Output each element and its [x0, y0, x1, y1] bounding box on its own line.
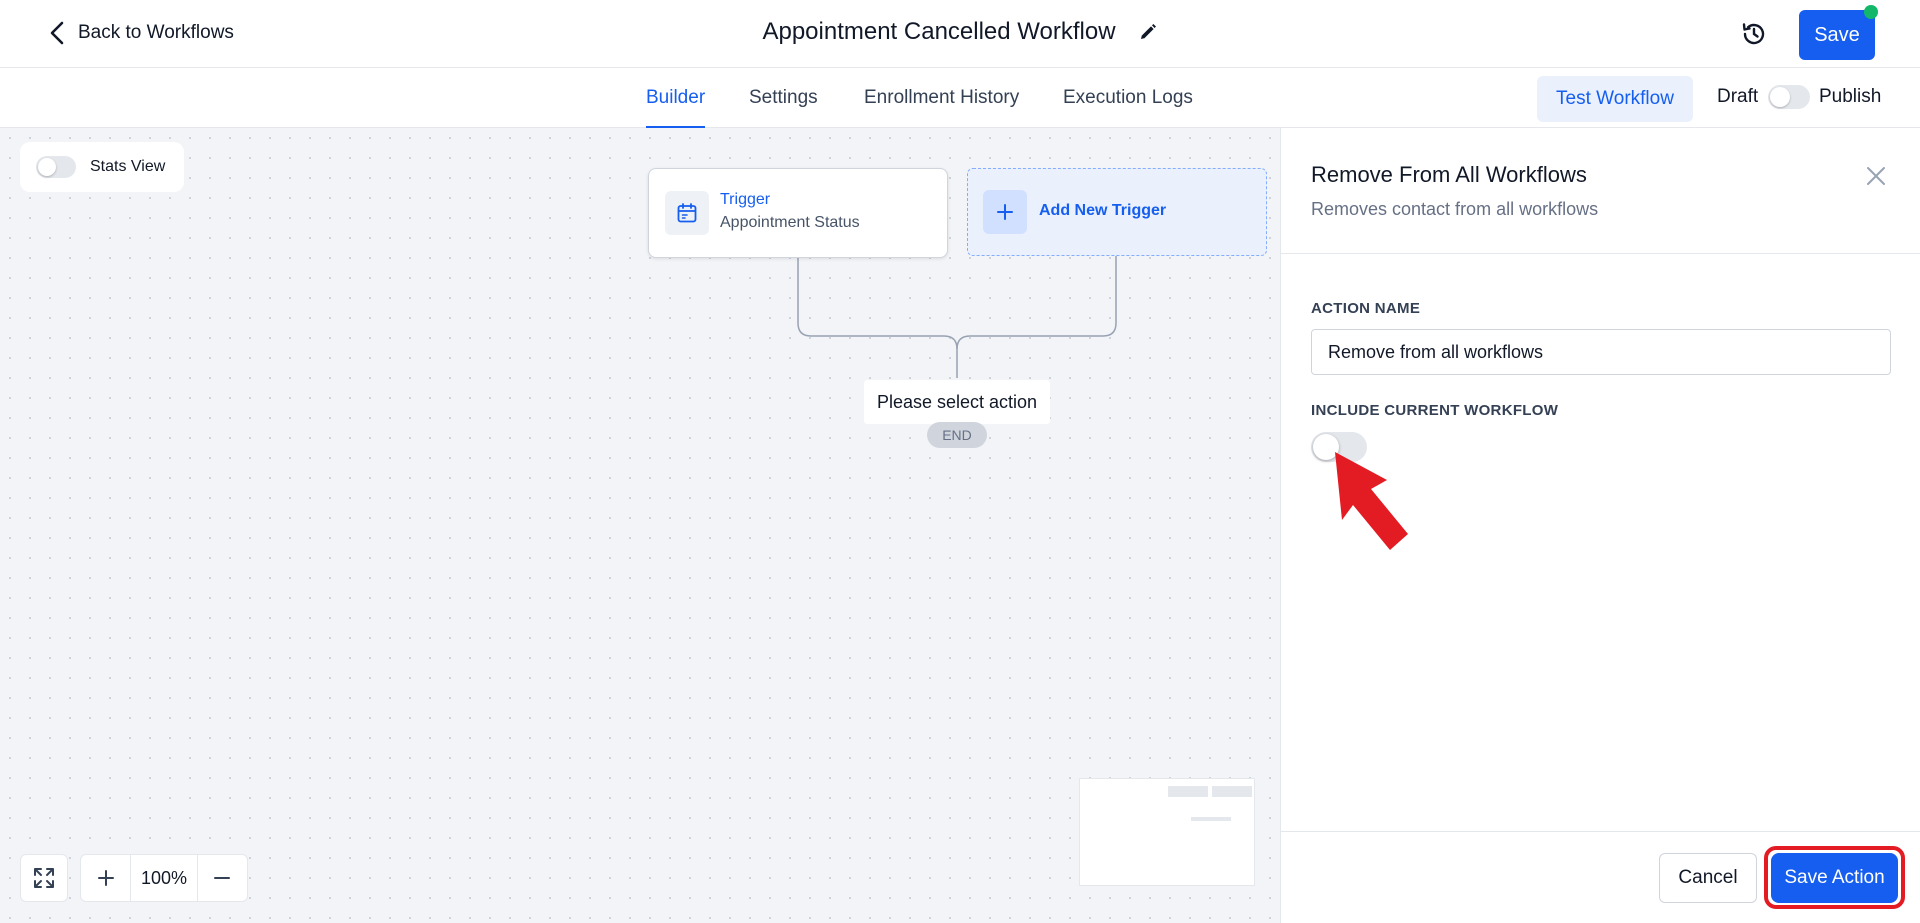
draft-label: Draft [1717, 86, 1759, 107]
cancel-button[interactable]: Cancel [1659, 853, 1757, 903]
stats-view-toggle[interactable] [36, 156, 76, 178]
history-icon[interactable] [1740, 20, 1768, 48]
tabs-bar: Builder Settings Enrollment History Exec… [0, 68, 1920, 128]
zoom-controls: 100% [80, 854, 248, 902]
tab-execution-logs[interactable]: Execution Logs [1063, 68, 1193, 128]
calendar-icon [665, 191, 709, 235]
zoom-in-button[interactable] [81, 855, 130, 901]
select-action-node[interactable]: Please select action [864, 380, 1050, 424]
workflow-title-container: Appointment Cancelled Workflow [0, 18, 1920, 46]
divider [1281, 831, 1920, 832]
minimap-node [1212, 786, 1252, 797]
action-name-label: ACTION NAME [1311, 300, 1421, 317]
pencil-icon[interactable] [1138, 22, 1158, 42]
test-workflow-button[interactable]: Test Workflow [1537, 76, 1693, 122]
publish-label: Publish [1819, 86, 1882, 107]
minimap-node [1168, 786, 1208, 797]
save-button[interactable]: Save [1799, 10, 1875, 60]
fit-view-button[interactable] [20, 854, 68, 902]
toggle-knob [38, 158, 56, 176]
panel-subtitle: Removes contact from all workflows [1311, 199, 1599, 219]
stats-view-control: Stats View [20, 142, 184, 192]
plus-icon [97, 870, 114, 886]
unsaved-status-dot [1864, 5, 1878, 19]
zoom-level: 100% [130, 855, 198, 901]
trigger-subtitle: Appointment Status [720, 214, 860, 231]
expand-icon [34, 868, 54, 888]
trigger-title: Trigger [720, 191, 771, 208]
top-bar: Back to Workflows Appointment Cancelled … [0, 0, 1920, 68]
minus-icon [214, 877, 231, 879]
plus-icon [983, 190, 1027, 234]
close-icon[interactable] [1864, 164, 1888, 188]
add-new-trigger-label: Add New Trigger [1039, 202, 1167, 219]
annotation-arrow-icon [1335, 452, 1408, 550]
add-new-trigger-card[interactable]: Add New Trigger [967, 168, 1267, 256]
tab-enrollment-history[interactable]: Enrollment History [864, 68, 1019, 128]
toggle-knob [1770, 87, 1790, 107]
trigger-card[interactable]: Trigger Appointment Status [648, 168, 948, 258]
end-node: END [927, 422, 987, 448]
action-name-input[interactable] [1311, 329, 1891, 375]
stats-view-label: Stats View [90, 158, 166, 175]
workflow-title: Appointment Cancelled Workflow [762, 18, 1116, 45]
divider [1281, 253, 1920, 254]
include-current-workflow-label: INCLUDE CURRENT WORKFLOW [1311, 402, 1559, 419]
tab-settings[interactable]: Settings [749, 68, 818, 128]
tab-builder[interactable]: Builder [646, 68, 706, 128]
publish-toggle[interactable] [1768, 85, 1810, 109]
zoom-out-button[interactable] [198, 855, 247, 901]
panel-title: Remove From All Workflows [1311, 162, 1587, 187]
minimap[interactable] [1079, 778, 1255, 886]
workflow-canvas[interactable]: Stats View Trigger Appointment Status Ad… [0, 128, 1280, 923]
save-action-button[interactable]: Save Action [1771, 853, 1898, 903]
action-settings-panel: Remove From All Workflows Removes contac… [1280, 128, 1920, 923]
minimap-node [1191, 817, 1231, 821]
